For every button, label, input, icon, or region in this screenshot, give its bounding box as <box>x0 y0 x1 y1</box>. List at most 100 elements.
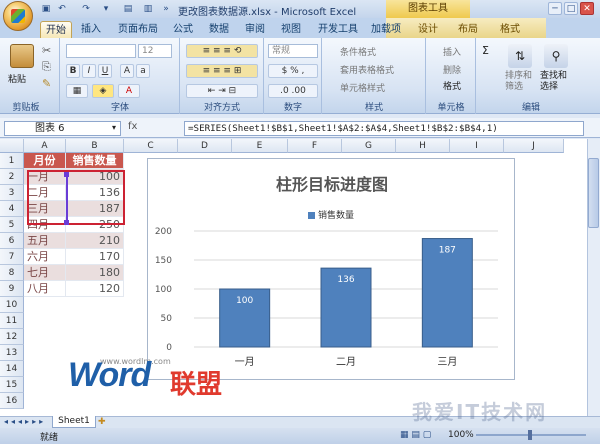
tab-design[interactable]: 设计 <box>412 21 444 38</box>
table-cell-sales[interactable]: 120 <box>66 281 124 297</box>
table-cell-month[interactable]: 五月 <box>24 233 66 249</box>
sort-filter-icon[interactable]: ⇅ <box>508 44 532 68</box>
find-select-icon[interactable]: ⚲ <box>544 44 568 68</box>
cell-style-button[interactable]: 单元格样式 <box>340 81 385 94</box>
chart[interactable]: 柱形目标进度图 销售数量 0 50 100 150 200 100 一月 136 二月 187 三月 <box>147 158 515 380</box>
tab-page-layout[interactable]: 页面布局 <box>112 21 164 38</box>
column-header-e[interactable]: E <box>232 139 288 153</box>
office-button[interactable] <box>3 1 33 31</box>
plot-area[interactable]: 0 50 100 150 200 100 一月 136 二月 187 三月 <box>148 219 514 377</box>
tab-add-ins[interactable]: 加载项 <box>366 21 406 38</box>
cut-icon[interactable]: ✂ <box>42 44 51 57</box>
column-header-j[interactable]: J <box>504 139 564 153</box>
row-header-11[interactable]: 11 <box>0 313 24 329</box>
row-header-8[interactable]: 8 <box>0 265 24 281</box>
row-header-5[interactable]: 5 <box>0 217 24 233</box>
name-box[interactable]: 图表 6 <box>4 121 121 136</box>
grow-font-icon[interactable]: A <box>120 64 134 78</box>
row-header-15[interactable]: 15 <box>0 377 24 393</box>
row-header-14[interactable]: 14 <box>0 361 24 377</box>
vertical-scroll-thumb[interactable] <box>588 158 599 228</box>
copy-icon[interactable]: ⎘ <box>42 60 51 74</box>
tab-developer[interactable]: 开发工具 <box>312 21 364 38</box>
insert-sheet-icon[interactable]: ✚ <box>98 417 112 427</box>
zoom-slider-thumb[interactable] <box>528 430 532 440</box>
align-top-row[interactable]: ≡ ≡ ≡ ⟲ <box>186 44 258 58</box>
table-format-button[interactable]: 套用表格格式 <box>340 63 394 76</box>
tab-insert[interactable]: 插入 <box>76 21 106 38</box>
row-header-4[interactable]: 4 <box>0 201 24 217</box>
tab-home[interactable]: 开始 <box>40 21 72 38</box>
header-cell-month[interactable]: 月份 <box>24 153 66 169</box>
tab-layout[interactable]: 布局 <box>452 21 484 38</box>
column-header-g[interactable]: G <box>342 139 396 153</box>
tab-review[interactable]: 审阅 <box>240 21 270 38</box>
column-header-c[interactable]: C <box>124 139 178 153</box>
open-icon[interactable]: ▥ <box>142 3 154 15</box>
print-preview-icon[interactable]: ▤ <box>122 3 134 15</box>
conditional-format-button[interactable]: 条件格式 <box>340 45 376 58</box>
row-header-1[interactable]: 1 <box>0 153 24 169</box>
select-all-corner[interactable] <box>0 139 24 153</box>
table-cell-month[interactable]: 七月 <box>24 265 66 281</box>
undo-icon[interactable]: ↶ <box>56 3 68 15</box>
more-icon[interactable]: » <box>160 3 172 15</box>
row-header-13[interactable]: 13 <box>0 345 24 361</box>
fill-color-icon[interactable]: ◈ <box>92 84 114 98</box>
font-size-combo[interactable]: 12 <box>138 44 172 58</box>
column-header-f[interactable]: F <box>288 139 342 153</box>
italic-icon[interactable]: I <box>82 64 96 78</box>
paste-icon[interactable] <box>10 44 34 68</box>
column-header-a[interactable]: A <box>24 139 66 153</box>
table-cell-sales[interactable]: 170 <box>66 249 124 265</box>
tab-view[interactable]: 视图 <box>276 21 306 38</box>
border-icon[interactable]: ▦ <box>66 84 88 98</box>
sheet-nav-arrows-icon[interactable]: ◂◂◂▸▸▸ <box>4 417 46 426</box>
column-header-b[interactable]: B <box>66 139 124 153</box>
table-cell-month[interactable]: 六月 <box>24 249 66 265</box>
font-name-combo[interactable] <box>66 44 136 58</box>
bold-icon[interactable]: B <box>66 64 80 78</box>
format-cells-button[interactable]: 格式 <box>443 79 461 92</box>
formula-input[interactable]: =SERIES(Sheet1!$B$1,Sheet1!$A$2:$A$4,She… <box>184 121 584 136</box>
delete-cells-button[interactable]: 删除 <box>443 63 461 76</box>
range-handle-top[interactable] <box>64 172 69 177</box>
header-cell-sales[interactable]: 销售数量 <box>66 153 124 169</box>
sheet-tab-sheet1[interactable]: Sheet1 <box>52 416 96 428</box>
row-header-9[interactable]: 9 <box>0 281 24 297</box>
tab-format[interactable]: 格式 <box>494 21 526 38</box>
zoom-level[interactable]: 100% <box>448 430 474 440</box>
table-cell-sales[interactable]: 180 <box>66 265 124 281</box>
column-header-h[interactable]: H <box>396 139 450 153</box>
underline-icon[interactable]: U <box>98 64 112 78</box>
font-color-icon[interactable]: A <box>118 84 140 98</box>
maximize-button[interactable]: □ <box>564 2 578 15</box>
row-header-2[interactable]: 2 <box>0 169 24 185</box>
row-header-16[interactable]: 16 <box>0 393 24 409</box>
shrink-font-icon[interactable]: a <box>136 64 150 78</box>
customize-quick-access-icon[interactable]: ▾ <box>100 3 112 15</box>
insert-cells-button[interactable]: 插入 <box>443 45 461 58</box>
column-header-d[interactable]: D <box>178 139 232 153</box>
indent-row[interactable]: ⇤ ⇥ ⊟ <box>186 84 258 98</box>
minimize-button[interactable]: ─ <box>548 2 562 15</box>
chart-title[interactable]: 柱形目标进度图 <box>148 171 516 195</box>
save-icon[interactable]: ▣ <box>40 3 52 15</box>
row-header-6[interactable]: 6 <box>0 233 24 249</box>
tab-formulas[interactable]: 公式 <box>168 21 198 38</box>
align-center-row[interactable]: ≡ ≡ ≡ ⊞ <box>186 64 258 78</box>
table-cell-sales[interactable]: 210 <box>66 233 124 249</box>
row-header-7[interactable]: 7 <box>0 249 24 265</box>
number-format-combo[interactable]: 常规 <box>268 44 318 58</box>
range-handle-line[interactable] <box>66 175 68 221</box>
row-header-10[interactable]: 10 <box>0 297 24 313</box>
redo-icon[interactable]: ↷ <box>80 3 92 15</box>
row-header-12[interactable]: 12 <box>0 329 24 345</box>
range-handle-bottom[interactable] <box>64 220 69 225</box>
tab-data[interactable]: 数据 <box>204 21 234 38</box>
row-header-3[interactable]: 3 <box>0 185 24 201</box>
view-buttons-icon[interactable]: ▦ ▤ ▢ <box>400 430 431 440</box>
decimal-row[interactable]: .0 .00 <box>268 84 318 98</box>
format-painter-icon[interactable]: ✎ <box>42 77 51 90</box>
sum-icon[interactable]: Σ <box>482 44 489 57</box>
